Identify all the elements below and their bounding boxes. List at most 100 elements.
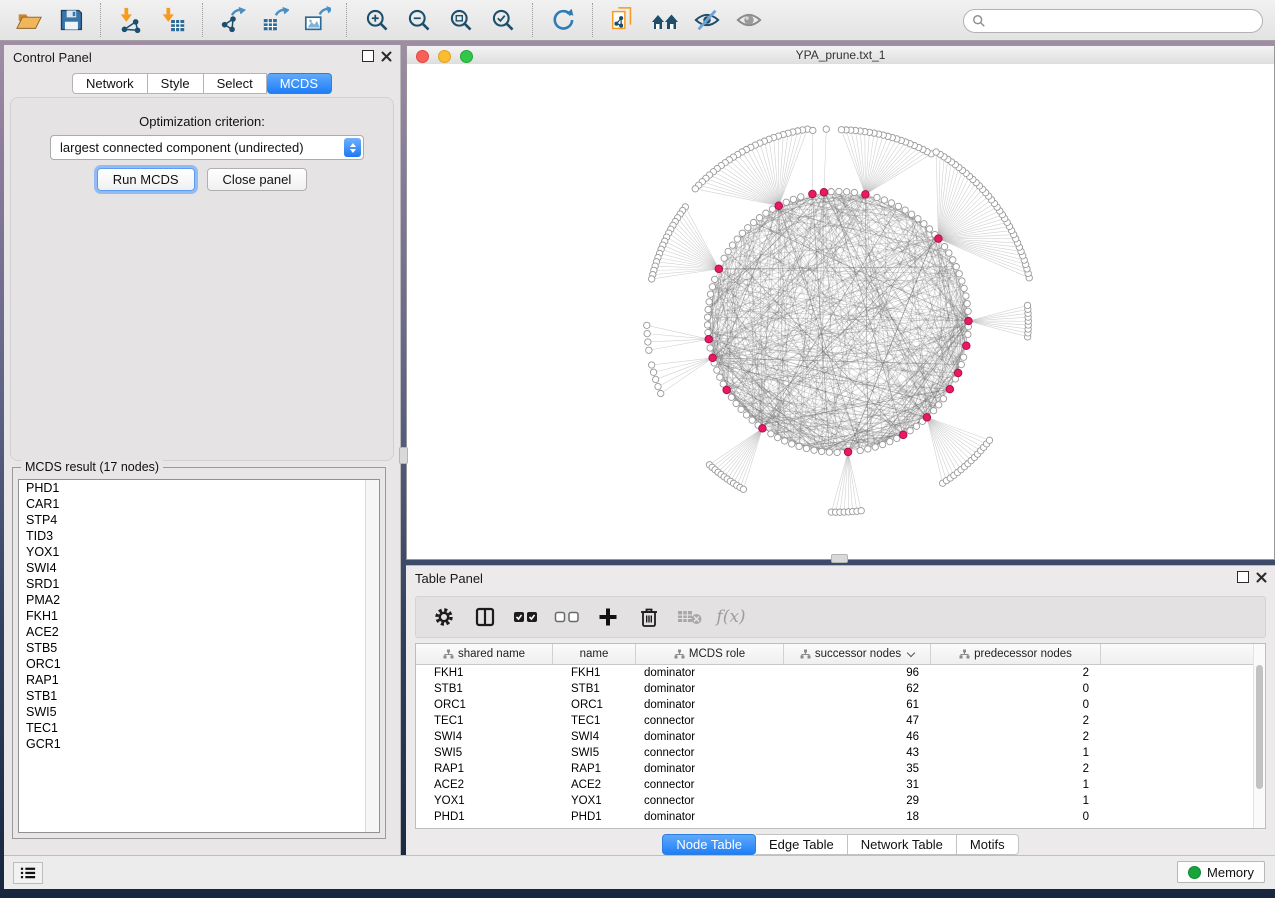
- panel-menu-button[interactable]: [13, 862, 43, 884]
- table-row[interactable]: PHD1PHD1dominator180: [416, 809, 1265, 825]
- optimization-criterion-label: Optimization criterion:: [11, 114, 393, 129]
- mcds-result-item[interactable]: STB5: [19, 640, 379, 656]
- import-network-button[interactable]: [110, 4, 152, 36]
- column-header-successor-nodes[interactable]: successor nodes: [784, 644, 931, 664]
- float-panel-icon[interactable]: [1237, 571, 1249, 583]
- cell-predecessor_nodes: 2: [931, 667, 1101, 679]
- mcds-result-item[interactable]: PHD1: [19, 480, 379, 496]
- close-panel-icon[interactable]: [1256, 572, 1267, 583]
- zoom-out-button[interactable]: [398, 4, 440, 36]
- table-toolbar: f(x): [415, 596, 1266, 638]
- export-table-button[interactable]: [254, 4, 296, 36]
- tab-select[interactable]: Select: [204, 73, 267, 94]
- clear-selection-button[interactable]: [551, 603, 583, 631]
- cell-shared_name: RAP1: [416, 763, 553, 775]
- table-row[interactable]: ACE2ACE2connector311: [416, 777, 1265, 793]
- optimization-criterion-dropdown[interactable]: largest connected component (undirected): [50, 135, 364, 160]
- tab-network-table[interactable]: Network Table: [848, 834, 957, 855]
- cell-successor_nodes: 29: [784, 795, 931, 807]
- table-row[interactable]: FKH1FKH1dominator962: [416, 665, 1265, 681]
- delete-columns-button[interactable]: [633, 603, 665, 631]
- mcds-result-item[interactable]: SWI4: [19, 560, 379, 576]
- mcds-result-item[interactable]: ORC1: [19, 656, 379, 672]
- column-header-predecessor-nodes[interactable]: predecessor nodes: [931, 644, 1101, 664]
- float-panel-icon[interactable]: [362, 50, 374, 62]
- network-canvas[interactable]: [407, 64, 1274, 559]
- cell-successor_nodes: 31: [784, 779, 931, 791]
- control-panel: Control Panel NetworkStyleSelectMCDS Opt…: [4, 45, 401, 855]
- tab-edge-table[interactable]: Edge Table: [756, 834, 848, 855]
- mcds-result-item[interactable]: TID3: [19, 528, 379, 544]
- hide-selected-button[interactable]: [686, 4, 728, 36]
- show-columns-button[interactable]: [469, 603, 501, 631]
- apply-layout-button[interactable]: [542, 4, 584, 36]
- table-scrollbar[interactable]: [1253, 644, 1265, 828]
- function-builder-button[interactable]: f(x): [715, 603, 747, 631]
- zoom-selected-button[interactable]: [482, 4, 524, 36]
- mcds-result-item[interactable]: ACE2: [19, 624, 379, 640]
- run-mcds-button[interactable]: Run MCDS: [97, 168, 195, 191]
- mcds-result-item[interactable]: CAR1: [19, 496, 379, 512]
- eye-slash-icon: [693, 6, 721, 34]
- fit-content-button[interactable]: [440, 4, 482, 36]
- mcds-result-item[interactable]: PMA2: [19, 592, 379, 608]
- mcds-result-items: PHD1CAR1STP4TID3YOX1SWI4SRD1PMA2FKH1ACE2…: [19, 480, 379, 752]
- tab-motifs[interactable]: Motifs: [957, 834, 1019, 855]
- show-all-button[interactable]: [728, 4, 770, 36]
- cell-shared_name: SWI5: [416, 747, 553, 759]
- new-network-from-selection-button[interactable]: [602, 4, 644, 36]
- table-panel-tabs: Node TableEdge TableNetwork TableMotifs: [406, 834, 1275, 855]
- mcds-result-item[interactable]: RAP1: [19, 672, 379, 688]
- column-header-shared-name[interactable]: shared name: [416, 644, 553, 664]
- first-neighbors-button[interactable]: [644, 4, 686, 36]
- export-network-button[interactable]: [212, 4, 254, 36]
- mcds-list-scrollbar[interactable]: [365, 480, 379, 832]
- cell-successor_nodes: 61: [784, 699, 931, 711]
- mcds-result-item[interactable]: YOX1: [19, 544, 379, 560]
- node-table[interactable]: shared namenameMCDS rolesuccessor nodesp…: [415, 643, 1266, 829]
- table-row[interactable]: TEC1TEC1connector472: [416, 713, 1265, 729]
- vertical-split-handle[interactable]: [399, 447, 408, 464]
- delete-table-button[interactable]: [674, 603, 706, 631]
- mcds-result-item[interactable]: GCR1: [19, 736, 379, 752]
- zoom-in-button[interactable]: [356, 4, 398, 36]
- export-image-button[interactable]: [296, 4, 338, 36]
- save-session-button[interactable]: [50, 4, 92, 36]
- import-table-icon: [159, 6, 187, 34]
- mcds-result-item[interactable]: TEC1: [19, 720, 379, 736]
- close-panel-icon[interactable]: [381, 51, 392, 62]
- memory-button[interactable]: Memory: [1177, 861, 1265, 883]
- table-mode-button[interactable]: [428, 603, 460, 631]
- table-row[interactable]: YOX1YOX1connector291: [416, 793, 1265, 809]
- mcds-result-item[interactable]: SWI5: [19, 704, 379, 720]
- mcds-result-title: MCDS result (17 nodes): [21, 460, 163, 474]
- table-row[interactable]: RAP1RAP1dominator352: [416, 761, 1265, 777]
- close-panel-button[interactable]: Close panel: [207, 168, 308, 191]
- tab-network[interactable]: Network: [72, 73, 148, 94]
- table-row[interactable]: SWI5SWI5connector431: [416, 745, 1265, 761]
- horizontal-split-handle[interactable]: [831, 554, 848, 563]
- table-row[interactable]: STB1STB1dominator620: [416, 681, 1265, 697]
- main-toolbar: [0, 0, 1275, 41]
- select-all-button[interactable]: [510, 603, 542, 631]
- mcds-result-item[interactable]: SRD1: [19, 576, 379, 592]
- column-header-name[interactable]: name: [553, 644, 636, 664]
- table-row[interactable]: ORC1ORC1dominator610: [416, 697, 1265, 713]
- cell-predecessor_nodes: 0: [931, 699, 1101, 711]
- cell-shared_name: YOX1: [416, 795, 553, 807]
- mcds-result-item[interactable]: FKH1: [19, 608, 379, 624]
- tab-style[interactable]: Style: [148, 73, 204, 94]
- column-header-MCDS-role[interactable]: MCDS role: [636, 644, 784, 664]
- tab-mcds[interactable]: MCDS: [267, 73, 332, 94]
- trash-icon: [638, 606, 660, 628]
- import-table-button[interactable]: [152, 4, 194, 36]
- search-input[interactable]: [991, 12, 1262, 30]
- tab-node-table[interactable]: Node Table: [662, 834, 756, 855]
- create-column-button[interactable]: [592, 603, 624, 631]
- table-scrollbar-thumb[interactable]: [1256, 665, 1263, 789]
- mcds-result-list[interactable]: PHD1CAR1STP4TID3YOX1SWI4SRD1PMA2FKH1ACE2…: [18, 479, 380, 833]
- open-file-button[interactable]: [8, 4, 50, 36]
- table-row[interactable]: SWI4SWI4dominator462: [416, 729, 1265, 745]
- mcds-result-item[interactable]: STB1: [19, 688, 379, 704]
- mcds-result-item[interactable]: STP4: [19, 512, 379, 528]
